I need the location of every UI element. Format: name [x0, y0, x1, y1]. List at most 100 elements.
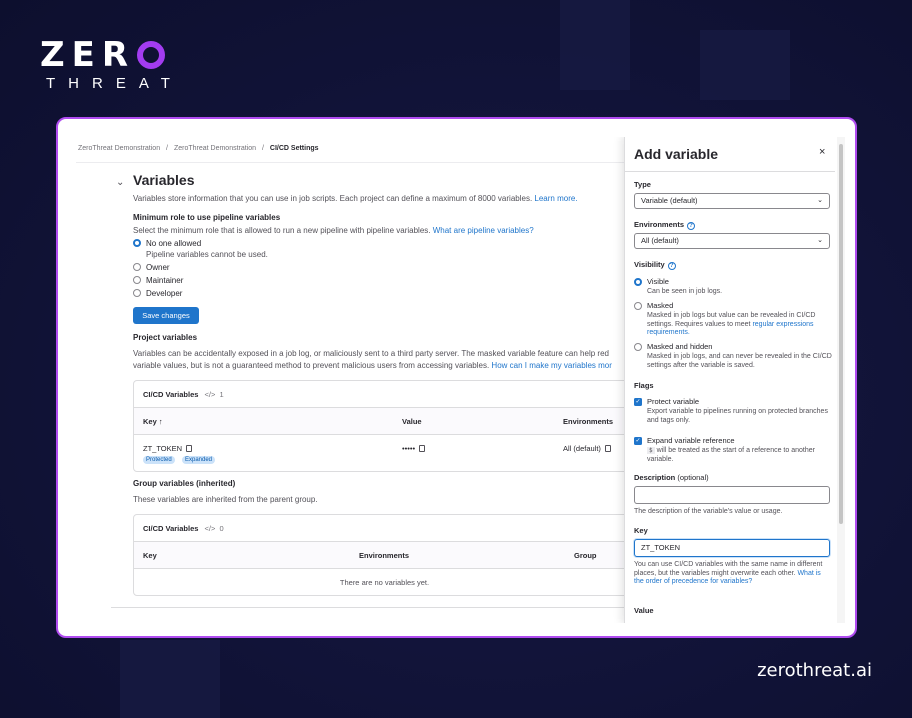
- type-label: Type: [634, 180, 651, 189]
- role-label: Developer: [146, 289, 183, 298]
- group-variables-table: CI/CD Variables </> 0 Key Environments G…: [133, 514, 636, 596]
- breadcrumb-separator: /: [262, 145, 264, 152]
- divider: [76, 162, 636, 163]
- visibility-label-text: Visibility: [634, 260, 665, 269]
- description-input[interactable]: [634, 486, 830, 504]
- close-icon[interactable]: ×: [819, 146, 825, 158]
- brand-url: zerothreat.ai: [757, 660, 872, 681]
- visibility-radio-masked[interactable]: [634, 302, 642, 310]
- copy-icon[interactable]: [604, 445, 611, 452]
- key-input[interactable]: ZT_TOKEN: [634, 539, 830, 557]
- visibility-option-label: Masked and hidden: [647, 342, 713, 351]
- logo-subtitle: THREAT: [46, 75, 183, 92]
- project-variables-table: CI/CD Variables </> 1 Key ↑ Value Enviro…: [133, 380, 636, 472]
- flags-label: Flags: [634, 381, 654, 390]
- table-row-key: ZT_TOKEN: [143, 444, 193, 453]
- help-icon[interactable]: ?: [667, 262, 676, 270]
- expanded-badge: Expanded: [182, 456, 216, 464]
- role-label: Owner: [146, 263, 170, 272]
- column-header-key: Key: [143, 551, 157, 560]
- empty-state: There are no variables yet.: [339, 578, 430, 587]
- type-select[interactable]: Variable (default) ⌄: [634, 193, 830, 209]
- save-changes-button[interactable]: Save changes: [133, 307, 199, 324]
- group-variables-desc: These variables are inherited from the p…: [133, 495, 318, 504]
- visibility-option-help: Masked in job logs, and can never be rev…: [647, 353, 832, 369]
- table-column-bar: Key Environments Group: [134, 541, 635, 569]
- table-header: CI/CD Variables </> 1: [143, 390, 224, 399]
- role-radio-owner[interactable]: [133, 263, 141, 271]
- environments-label: Environments?: [634, 220, 696, 230]
- column-header-group: Group: [574, 551, 597, 560]
- column-header-key[interactable]: Key ↑: [143, 417, 163, 426]
- description-label-text: Description: [634, 473, 676, 482]
- project-variables-title: Project variables: [133, 333, 198, 342]
- help-icon[interactable]: ?: [687, 222, 696, 230]
- chevron-down-icon: ⌄: [817, 237, 823, 244]
- section-title: Variables: [133, 172, 195, 188]
- role-radio-no-one[interactable]: [133, 239, 141, 247]
- screenshot-card: ZeroThreat Demonstration / ZeroThreat De…: [56, 117, 857, 638]
- breadcrumb-item[interactable]: ZeroThreat Demonstration: [174, 145, 256, 152]
- drawer-title: Add variable: [634, 146, 719, 162]
- table-row-value: •••••: [402, 444, 426, 453]
- chevron-down-icon: ⌄: [817, 197, 823, 204]
- min-role-description: Select the minimum role that is allowed …: [133, 226, 534, 235]
- visibility-radio-masked-hidden[interactable]: [634, 343, 642, 351]
- flag-label: Protect variable: [647, 397, 700, 406]
- visibility-option-help: Can be seen in job logs.: [647, 288, 723, 295]
- gitlab-page: ZeroThreat Demonstration / ZeroThreat De…: [76, 137, 846, 623]
- type-select-value: Variable (default): [641, 196, 698, 205]
- section-desc-text: Variables store information that you can…: [133, 194, 533, 203]
- background-tile: [700, 30, 790, 100]
- description-help: The description of the variable's value …: [634, 508, 783, 515]
- variable-count: 0: [219, 524, 224, 533]
- code-icon: </>: [204, 390, 216, 399]
- visibility-option-label: Visible: [647, 277, 669, 286]
- role-help: Pipeline variables cannot be used.: [146, 250, 268, 259]
- key-label: Key: [634, 526, 648, 535]
- role-label: Maintainer: [146, 276, 184, 285]
- divider: [625, 171, 835, 172]
- divider: [111, 607, 631, 608]
- logo-word: ZER: [40, 35, 136, 75]
- environment-value: All (default): [563, 444, 601, 453]
- learn-more-link[interactable]: Learn more.: [534, 194, 577, 203]
- background-tile: [120, 640, 220, 718]
- min-role-desc-text: Select the minimum role that is allowed …: [133, 226, 431, 235]
- role-radio-developer[interactable]: [133, 289, 141, 297]
- drawer-scrollbar-thumb[interactable]: [839, 144, 843, 524]
- table-column-bar: Key ↑ Value Environments: [134, 407, 635, 435]
- key-help-text: You can use CI/CD variables with the sam…: [634, 561, 823, 577]
- group-variables-title: Group variables (inherited): [133, 479, 236, 488]
- environments-select[interactable]: All (default) ⌄: [634, 233, 830, 249]
- project-variables-desc-text: variable values, but is not a guaranteed…: [133, 361, 490, 370]
- expand-help-text: will be treated as the start of a refere…: [647, 447, 815, 463]
- role-radio-maintainer[interactable]: [133, 276, 141, 284]
- key-help: You can use CI/CD variables with the sam…: [634, 561, 830, 587]
- collapse-chevron-icon[interactable]: ⌄: [116, 177, 124, 188]
- column-header-environments: Environments: [563, 417, 614, 426]
- breadcrumb-item[interactable]: ZeroThreat Demonstration: [78, 145, 160, 152]
- logo-o-icon: [137, 41, 166, 69]
- visibility-option-label: Masked: [647, 301, 674, 310]
- secure-variables-link[interactable]: How can I make my variables mor: [491, 361, 611, 370]
- flag-label: Expand variable reference: [647, 436, 735, 445]
- project-variables-desc-line2: variable values, but is not a guaranteed…: [133, 361, 612, 370]
- copy-icon[interactable]: [419, 445, 426, 452]
- protected-badge: Protected: [143, 456, 175, 464]
- role-label: No one allowed: [146, 239, 202, 248]
- code-icon: </>: [204, 524, 216, 533]
- expand-reference-checkbox[interactable]: ✓: [634, 437, 642, 445]
- value-label: Value: [634, 606, 654, 615]
- environments-label-text: Environments: [634, 220, 685, 229]
- visibility-radio-visible[interactable]: [634, 278, 642, 286]
- column-header-environments: Environments: [359, 551, 410, 560]
- copy-icon[interactable]: [186, 445, 193, 452]
- dollar-code: $: [647, 447, 655, 454]
- pipeline-variables-link[interactable]: What are pipeline variables?: [433, 226, 534, 235]
- protect-variable-checkbox[interactable]: ✓: [634, 398, 642, 406]
- table-title: CI/CD Variables: [143, 524, 199, 533]
- table-title: CI/CD Variables: [143, 390, 199, 399]
- table-row-env: All (default): [563, 444, 611, 453]
- description-label: Description (optional): [634, 473, 709, 482]
